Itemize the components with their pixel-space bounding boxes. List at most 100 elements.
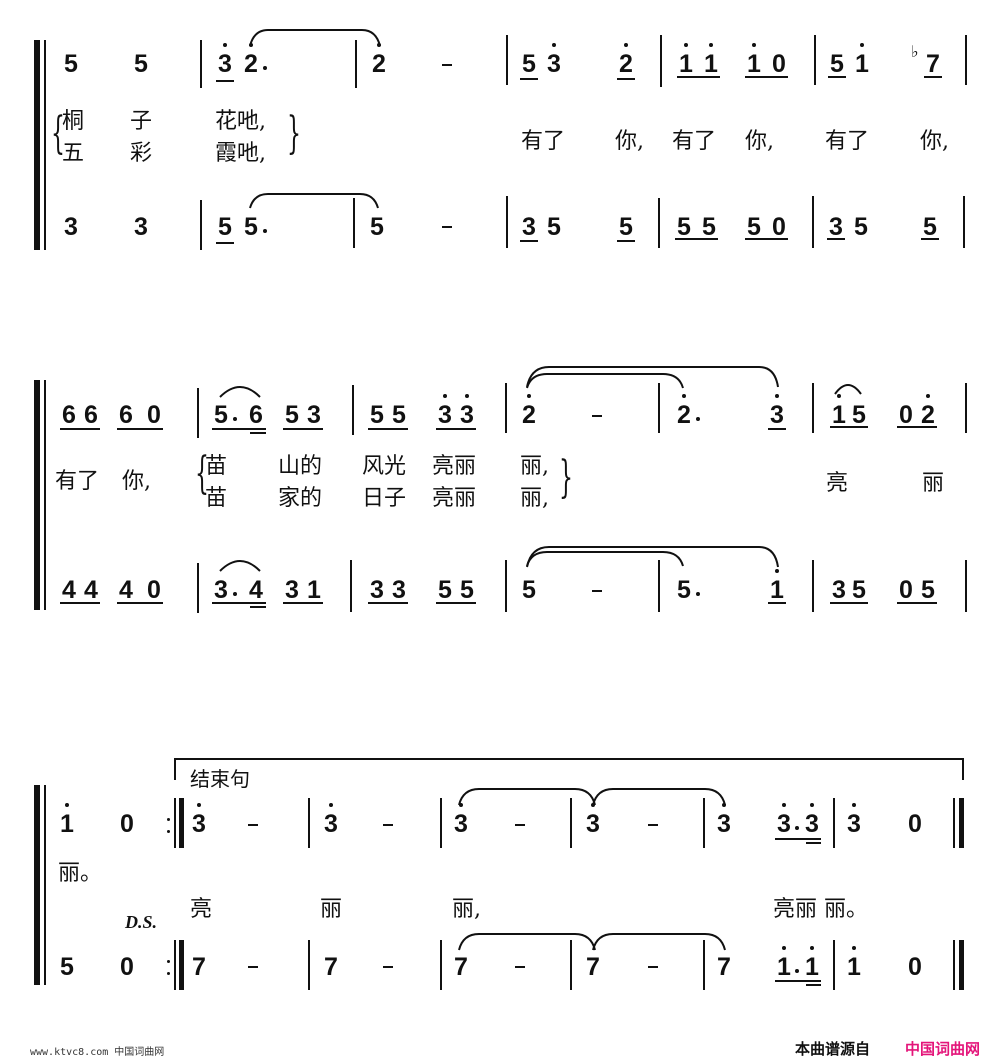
note: 5 bbox=[438, 576, 452, 604]
note: 5 bbox=[285, 401, 299, 429]
system-bracket-line bbox=[44, 380, 46, 610]
underline bbox=[897, 426, 937, 428]
footer-brand-link[interactable]: 中国词曲网 bbox=[905, 1038, 980, 1059]
note: 2 bbox=[675, 394, 693, 428]
note: 0 bbox=[120, 810, 134, 838]
underline bbox=[827, 238, 845, 240]
note: 3 bbox=[436, 394, 454, 428]
underline bbox=[617, 240, 635, 242]
underline bbox=[897, 602, 937, 604]
note: 7 bbox=[454, 953, 468, 981]
note: 7 bbox=[324, 953, 338, 981]
note: 1 bbox=[845, 946, 863, 980]
barline bbox=[505, 560, 507, 612]
note: 1 bbox=[745, 43, 763, 77]
underline bbox=[745, 76, 788, 78]
note: 2 bbox=[242, 43, 260, 77]
tie bbox=[249, 29, 381, 47]
note: 5 bbox=[60, 953, 74, 981]
lyric: 丽。 bbox=[58, 861, 103, 886]
underline bbox=[216, 80, 234, 82]
note: 3 bbox=[134, 213, 148, 241]
note: 5 bbox=[854, 213, 868, 241]
system-bracket bbox=[34, 380, 40, 610]
flat-sign: ♭ bbox=[911, 42, 919, 61]
note: 5 bbox=[370, 401, 384, 429]
note: 4 bbox=[119, 576, 133, 604]
note: 4 bbox=[84, 576, 98, 604]
repeat-barline bbox=[179, 940, 184, 990]
underline bbox=[775, 838, 821, 840]
underline bbox=[368, 602, 408, 604]
note: 5 bbox=[852, 401, 866, 429]
barline bbox=[200, 200, 202, 250]
section-label: 结束句 bbox=[190, 767, 250, 791]
barline bbox=[965, 35, 967, 85]
note: 7 bbox=[926, 50, 940, 78]
tie bbox=[592, 788, 726, 806]
augmentation-dot bbox=[263, 66, 267, 70]
footer-source-url[interactable]: www.ktvc8.com 中国词曲网 bbox=[30, 1043, 164, 1058]
ending-bracket-left bbox=[174, 758, 176, 780]
dash bbox=[515, 966, 525, 968]
barline bbox=[965, 560, 967, 612]
note: 3 bbox=[715, 803, 733, 837]
lyric: 你, bbox=[615, 129, 644, 154]
note: 0 bbox=[908, 810, 922, 838]
barline bbox=[506, 196, 508, 248]
note: 5 bbox=[244, 213, 258, 241]
ending-bracket bbox=[174, 758, 964, 760]
lyric: 你, bbox=[920, 129, 949, 154]
dash bbox=[442, 226, 452, 228]
note: 5 bbox=[460, 576, 474, 604]
dash bbox=[383, 824, 393, 826]
lyric: 丽, bbox=[452, 897, 481, 922]
repeat-dot bbox=[167, 830, 170, 833]
lyric: 亮丽 bbox=[432, 486, 477, 511]
note: 3 bbox=[392, 576, 406, 604]
note: 2 bbox=[370, 43, 388, 77]
underline bbox=[60, 428, 100, 430]
lyric: 有了 bbox=[825, 129, 870, 154]
underline bbox=[675, 238, 718, 240]
underline bbox=[617, 78, 635, 80]
lyric: 亮丽 bbox=[432, 454, 477, 479]
dash bbox=[648, 966, 658, 968]
note: 5 bbox=[370, 213, 384, 241]
lyric: 子 bbox=[130, 109, 153, 134]
ending-bracket-right bbox=[962, 758, 964, 780]
underline bbox=[60, 602, 100, 604]
note: 3 bbox=[64, 213, 78, 241]
dash bbox=[383, 966, 393, 968]
lyric: 有了 bbox=[55, 469, 100, 494]
note: 3 bbox=[216, 43, 234, 77]
barline bbox=[812, 383, 814, 433]
underline bbox=[775, 980, 821, 982]
augmentation-dot bbox=[263, 229, 267, 233]
lyric: 霞吔, bbox=[215, 141, 266, 166]
underline bbox=[212, 602, 266, 604]
lyric: 苗 bbox=[205, 454, 228, 479]
dash bbox=[592, 415, 602, 417]
note: 5 bbox=[522, 50, 536, 78]
ds-marking: D.S. bbox=[125, 912, 158, 932]
augmentation-dot bbox=[696, 417, 700, 421]
note: 0 bbox=[120, 953, 134, 981]
underline bbox=[520, 240, 538, 242]
barline bbox=[833, 940, 835, 990]
barline bbox=[812, 560, 814, 612]
underline bbox=[436, 602, 476, 604]
note: 1 bbox=[307, 576, 321, 604]
barline bbox=[506, 35, 508, 85]
barline bbox=[350, 560, 352, 612]
note: 3 bbox=[370, 576, 384, 604]
lyric: 彩 bbox=[130, 141, 153, 166]
barline bbox=[814, 35, 816, 85]
note: 5 bbox=[702, 213, 716, 241]
note: 4 bbox=[249, 576, 263, 604]
note: 3 bbox=[584, 803, 602, 837]
barline bbox=[658, 383, 660, 433]
note: 1 bbox=[768, 569, 786, 603]
note: 0 bbox=[908, 953, 922, 981]
lyric: 花吔, bbox=[215, 109, 266, 134]
